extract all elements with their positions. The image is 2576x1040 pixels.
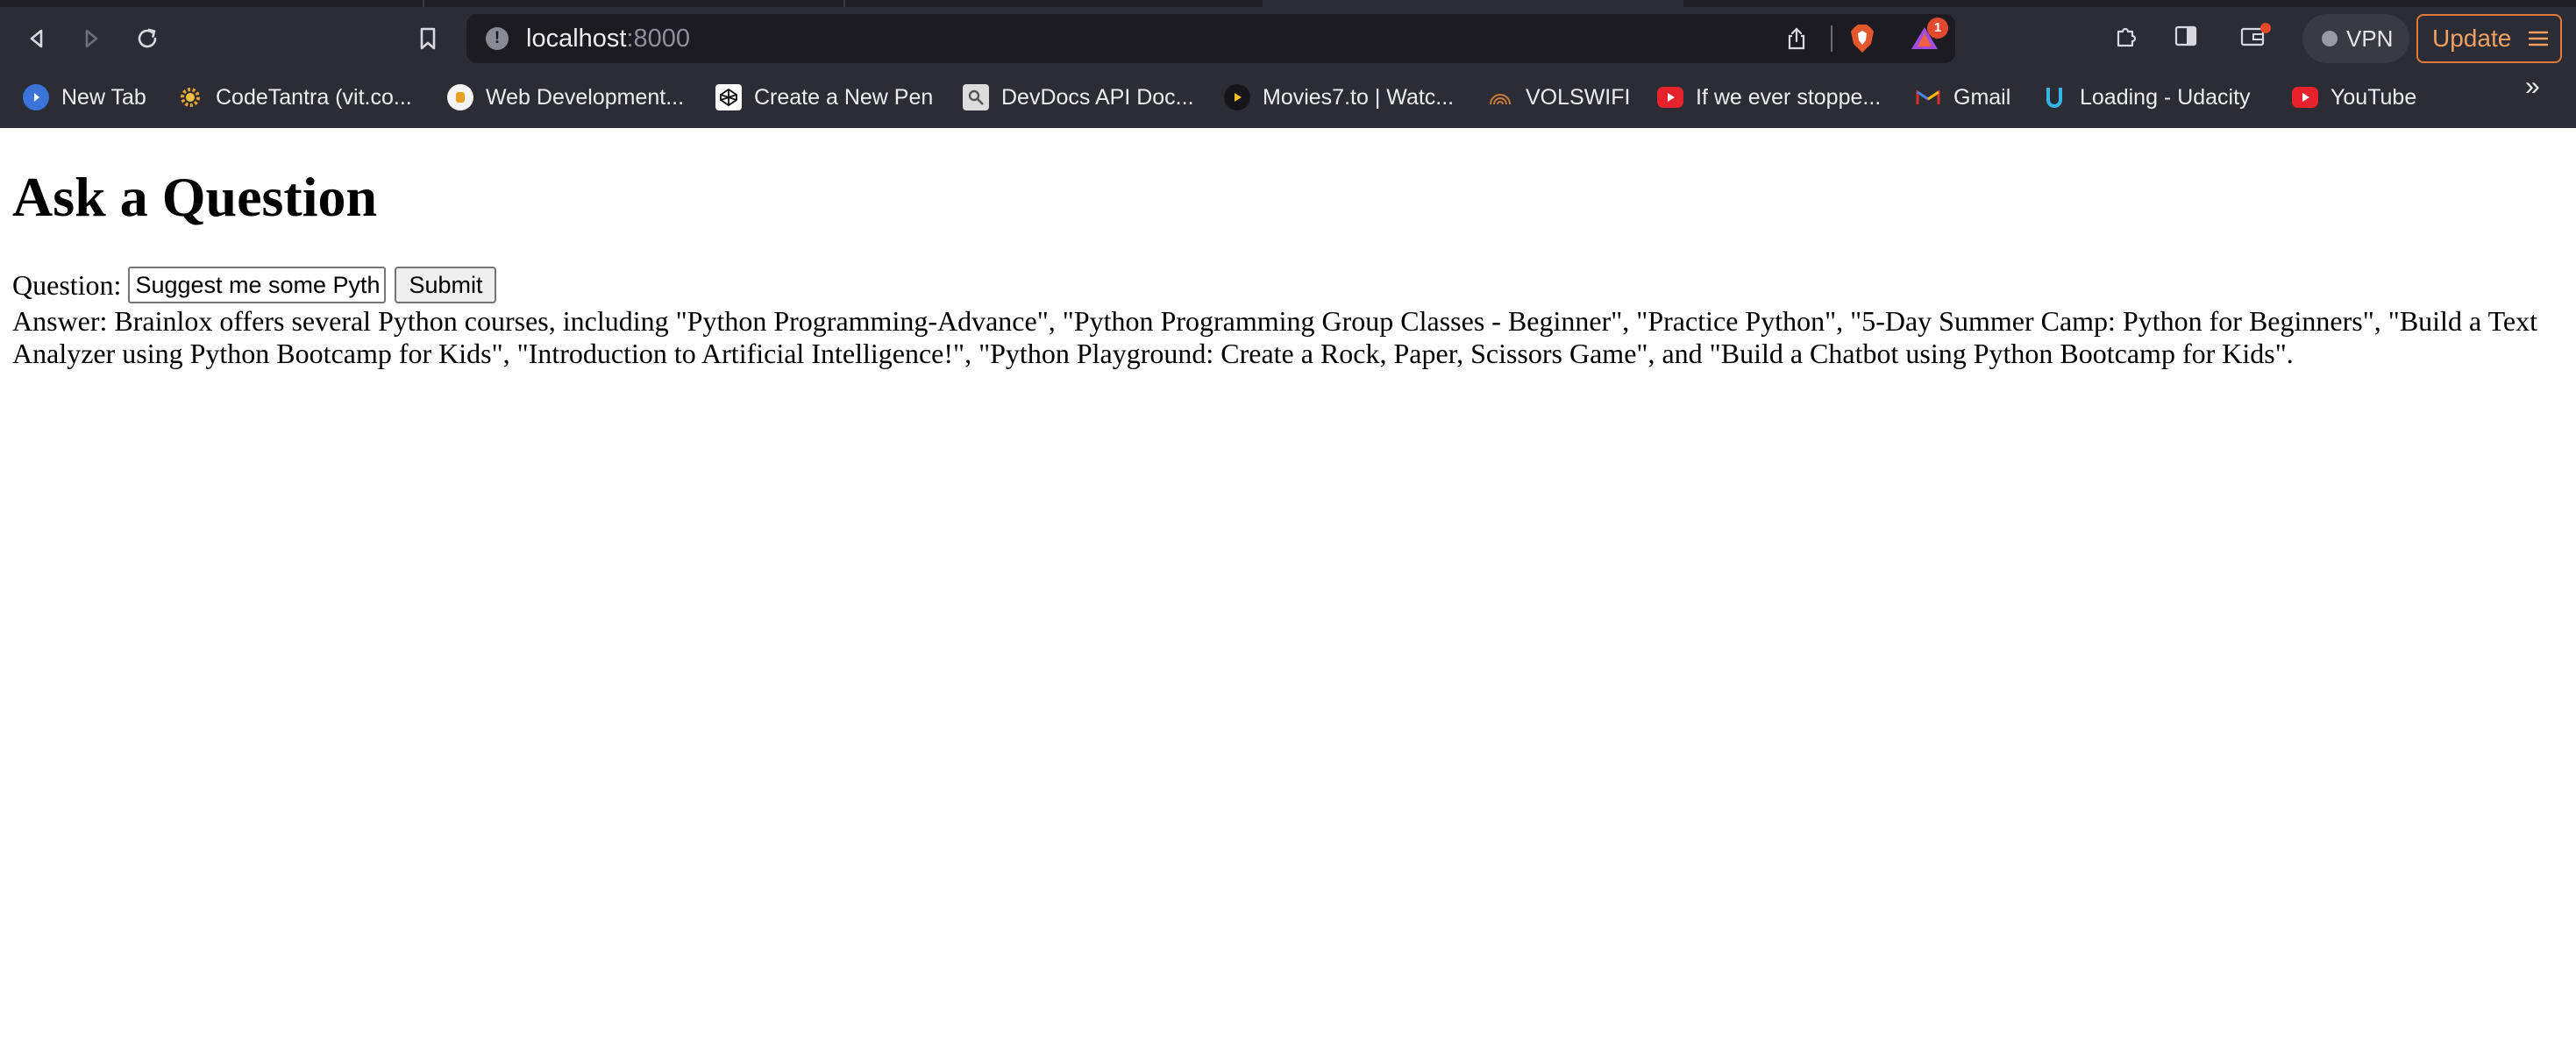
wallet-icon[interactable] [2239,23,2271,49]
address-bar[interactable]: ! localhost:8000 1 [466,14,1955,63]
youtube-icon [2292,87,2318,108]
reload-icon [138,28,157,48]
bookmark-label: VOLSWIFI [1526,84,1631,110]
tab-separator [423,0,424,7]
sidebar-icon[interactable] [2173,23,2199,49]
address-divider [1831,25,1832,52]
forward-button[interactable] [67,7,116,70]
bookmark-label: Create a New Pen [754,84,934,110]
back-icon [30,29,43,48]
bookmarks-bar: New Tab CodeTantra (vit.co... Web Develo… [0,72,2576,123]
extensions-icon[interactable] [2113,23,2139,49]
tab-strip [0,0,2576,7]
play-icon [1224,84,1250,110]
url-host: localhost [526,25,627,53]
bookmark-label: CodeTantra (vit.co... [216,84,412,110]
bookmark-label: Movies7.to | Watc... [1263,84,1455,110]
bookmark-movies7[interactable]: Movies7.to | Watc... [1224,72,1454,123]
brave-globe-icon [23,84,49,110]
bookmark-new-tab[interactable]: New Tab [23,72,146,123]
bookmark-web-development[interactable]: Web Development... [447,72,684,123]
bookmark-codepen[interactable]: Create a New Pen [715,72,933,123]
forward-icon [85,29,98,48]
tab-separator [843,0,845,7]
vpn-label: VPN [2346,25,2394,52]
update-label: Update [2432,25,2512,52]
gmail-icon [1915,84,1941,110]
bookmark-if-we-ever[interactable]: If we ever stoppe... [1657,72,1881,123]
bookmark-label: YouTube [2330,84,2417,110]
bookmark-volswifi[interactable]: VOLSWIFI [1487,72,1630,123]
share-icon[interactable] [1785,26,1808,51]
bookmark-button[interactable] [403,7,452,70]
url-port: :8000 [626,25,691,53]
active-tab[interactable] [1263,0,1683,7]
url-text[interactable]: localhost:8000 [526,14,690,63]
brave-shield-icon[interactable] [1848,23,1876,54]
question-form: Question: Submit [12,267,497,303]
bookmark-icon [420,27,436,50]
update-button[interactable]: Update [2416,14,2562,63]
submit-button[interactable]: Submit [395,267,497,303]
rewards-badge: 1 [1927,18,1948,39]
browser-chrome: ! localhost:8000 1 VPN Update New Tab Co… [0,0,2576,128]
vpn-status-icon [2322,31,2338,46]
wifi-icon [1487,84,1513,110]
bookmark-gmail[interactable]: Gmail [1915,72,2010,123]
reload-button[interactable] [123,7,172,70]
bookmark-codetantra[interactable]: CodeTantra (vit.co... [177,72,412,123]
gear-sun-icon [177,84,203,110]
youtube-icon [1657,87,1683,108]
question-input[interactable] [128,267,387,303]
page-title: Ask a Question [12,166,378,228]
udacity-icon [2041,84,2067,110]
question-label: Question: [12,268,122,301]
back-button[interactable] [12,7,61,70]
bookmark-youtube[interactable]: YouTube [2292,72,2416,123]
hamburger-menu-icon [2528,31,2549,46]
site-info-icon[interactable]: ! [486,27,509,50]
bookmark-label: New Tab [61,84,146,110]
vpn-button[interactable]: VPN [2302,14,2409,63]
bookmark-devdocs[interactable]: DevDocs API Doc... [963,72,1194,123]
bookmark-label: Web Development... [486,84,685,110]
bookmark-udacity[interactable]: Loading - Udacity [2041,72,2251,123]
web-dev-icon [447,84,473,110]
codepen-icon [715,84,742,110]
bookmark-label: Gmail [1953,84,2011,110]
bookmark-label: If we ever stoppe... [1696,84,1882,110]
devdocs-icon [963,84,989,110]
bookmark-label: Loading - Udacity [2080,84,2251,110]
bookmarks-overflow-button[interactable]: » [2525,72,2540,123]
browser-toolbar: ! localhost:8000 1 VPN Update [0,7,2576,70]
bookmark-label: DevDocs API Doc... [1001,84,1194,110]
answer-text: Answer: Brainlox offers several Python c… [12,305,2537,369]
